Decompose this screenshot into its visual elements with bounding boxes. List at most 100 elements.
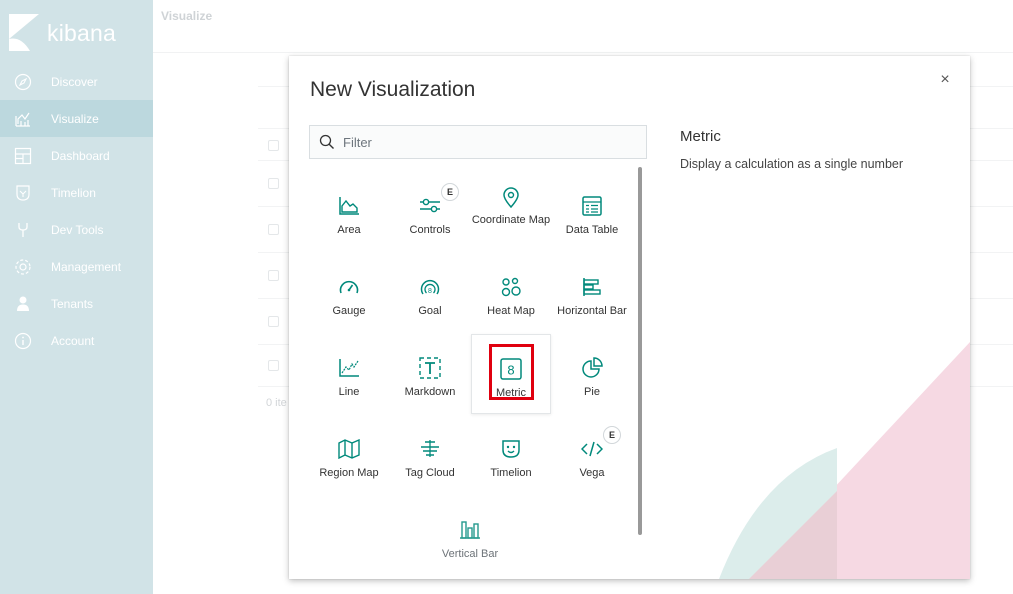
vis-type-label: Controls bbox=[409, 224, 451, 236]
new-visualization-modal: New Visualization × Area Controls E Coor… bbox=[289, 56, 970, 579]
heatmap-icon bbox=[499, 275, 523, 299]
row-checkbox[interactable] bbox=[268, 224, 279, 235]
experimental-badge: E bbox=[603, 426, 621, 444]
sidebar-item-discover[interactable]: Discover bbox=[0, 63, 153, 100]
row-checkbox[interactable] bbox=[268, 360, 279, 371]
compass-icon bbox=[13, 72, 33, 92]
vis-type-label: Data Table bbox=[565, 224, 619, 236]
modal-title: New Visualization bbox=[310, 78, 476, 101]
pie-chart-icon bbox=[580, 356, 604, 380]
select-all-checkbox[interactable] bbox=[268, 140, 279, 151]
search-icon bbox=[319, 134, 334, 149]
sidebar-item-visualize[interactable]: Visualize bbox=[0, 100, 153, 137]
vis-type-label: Pie bbox=[584, 386, 600, 398]
vis-type-label: Horizontal Bar bbox=[557, 305, 627, 317]
kibana-logo-icon bbox=[9, 14, 39, 51]
sidebar-item-label: Discover bbox=[51, 74, 98, 89]
vis-type-coordinate-map[interactable]: Coordinate Map bbox=[471, 172, 551, 252]
vis-type-gauge[interactable]: Gauge bbox=[309, 253, 389, 333]
vis-type-vega[interactable]: Vega E bbox=[552, 415, 632, 495]
table-icon bbox=[580, 194, 604, 218]
area-chart-icon bbox=[337, 194, 361, 218]
vis-type-pie[interactable]: Pie bbox=[552, 334, 632, 414]
header-divider bbox=[153, 52, 1013, 53]
vis-type-label: Region Map bbox=[319, 467, 379, 479]
horizontal-bar-icon bbox=[580, 275, 604, 299]
sidebar-item-dev-tools[interactable]: Dev Tools bbox=[0, 211, 153, 248]
row-checkbox[interactable] bbox=[268, 316, 279, 327]
experimental-badge: E bbox=[441, 183, 459, 201]
sidebar-item-label: Visualize bbox=[51, 111, 99, 126]
vis-type-label: Line bbox=[338, 386, 360, 398]
vis-type-horizontal-bar[interactable]: Horizontal Bar bbox=[552, 253, 632, 333]
sidebar-item-label: Tenants bbox=[51, 296, 94, 311]
vis-type-label: Timelion bbox=[490, 467, 532, 479]
sidebar-item-label: Dev Tools bbox=[51, 222, 104, 237]
vis-type-metric[interactable]: 8 Metric bbox=[471, 334, 551, 414]
vis-type-controls[interactable]: Controls E bbox=[390, 172, 470, 252]
close-icon: × bbox=[940, 71, 950, 88]
vis-type-label: Coordinate Map bbox=[471, 214, 551, 226]
filter-field[interactable] bbox=[309, 125, 647, 159]
close-button[interactable]: × bbox=[935, 70, 955, 90]
controls-icon bbox=[418, 194, 442, 218]
goal-icon: 8 bbox=[418, 275, 442, 299]
visualize-icon bbox=[13, 109, 33, 129]
vis-type-tag-cloud[interactable]: Tag Cloud bbox=[390, 415, 470, 495]
row-checkbox[interactable] bbox=[268, 178, 279, 189]
filter-input[interactable] bbox=[343, 134, 633, 150]
sidebar-item-dashboard[interactable]: Dashboard bbox=[0, 137, 153, 174]
description-title: Metric bbox=[680, 128, 721, 145]
sidebar-item-management[interactable]: Management bbox=[0, 248, 153, 285]
vis-type-markdown[interactable]: Markdown bbox=[390, 334, 470, 414]
timelion-icon bbox=[13, 183, 33, 203]
map-pin-icon bbox=[499, 186, 523, 210]
vis-type-label: Vega bbox=[579, 467, 605, 479]
scrollbar[interactable] bbox=[638, 167, 642, 535]
vertical-bar-icon bbox=[458, 518, 482, 542]
sidebar-item-account[interactable]: Account bbox=[0, 322, 153, 359]
dashboard-icon bbox=[13, 146, 33, 166]
gauge-icon bbox=[337, 275, 361, 299]
markdown-icon bbox=[418, 356, 442, 380]
vis-type-label: Tag Cloud bbox=[405, 467, 455, 479]
sidebar-item-label: Dashboard bbox=[51, 148, 110, 163]
sidebar-item-label: Timelion bbox=[51, 185, 96, 200]
items-count-hint: 0 ite bbox=[266, 397, 287, 409]
code-icon bbox=[580, 437, 604, 461]
info-icon bbox=[13, 331, 33, 351]
vis-type-line[interactable]: Line bbox=[309, 334, 389, 414]
vis-type-label: Gauge bbox=[332, 305, 366, 317]
sidebar-nav: Discover Visualize Dashboard Timelion De… bbox=[0, 63, 153, 359]
vis-type-vertical-bar[interactable]: Vertical Bar bbox=[430, 496, 510, 576]
gear-icon bbox=[13, 257, 33, 277]
vis-type-label: Heat Map bbox=[487, 305, 535, 317]
user-icon bbox=[13, 294, 33, 314]
sidebar-item-timelion[interactable]: Timelion bbox=[0, 174, 153, 211]
svg-text:8: 8 bbox=[428, 288, 432, 295]
selection-highlight bbox=[489, 344, 534, 400]
sidebar-item-label: Account bbox=[51, 333, 95, 348]
logo-text: kibana bbox=[47, 20, 116, 46]
sidebar-item-tenants[interactable]: Tenants bbox=[0, 285, 153, 322]
timelion-icon bbox=[499, 437, 523, 461]
vis-type-area[interactable]: Area bbox=[309, 172, 389, 252]
page-title: Visualize bbox=[161, 9, 213, 23]
vis-type-label: Markdown bbox=[404, 386, 456, 398]
vis-type-region-map[interactable]: Region Map bbox=[309, 415, 389, 495]
vis-type-label: Goal bbox=[418, 305, 442, 317]
vis-type-goal[interactable]: 8 Goal bbox=[390, 253, 470, 333]
vis-type-label: Area bbox=[337, 224, 361, 236]
tag-cloud-icon bbox=[418, 437, 442, 461]
sidebar-item-label: Management bbox=[51, 259, 122, 274]
region-map-icon bbox=[337, 437, 361, 461]
sidebar: kibana Discover Visualize Dashboard Time… bbox=[0, 0, 153, 594]
description-text: Display a calculation as a single number bbox=[680, 157, 904, 171]
wrench-icon bbox=[13, 220, 33, 240]
vis-type-timelion[interactable]: Timelion bbox=[471, 415, 551, 495]
line-chart-icon bbox=[337, 356, 361, 380]
vis-type-heat-map[interactable]: Heat Map bbox=[471, 253, 551, 333]
row-checkbox[interactable] bbox=[268, 270, 279, 281]
kibana-logo[interactable]: kibana bbox=[0, 0, 153, 58]
vis-type-data-table[interactable]: Data Table bbox=[552, 172, 632, 252]
